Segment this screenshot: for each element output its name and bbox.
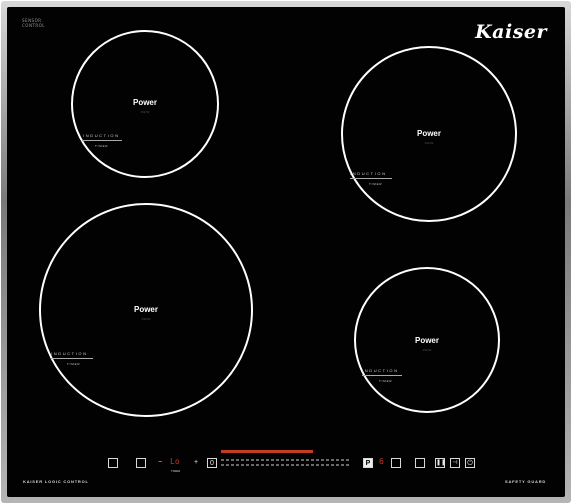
timer-label: TIMER: [379, 379, 393, 383]
zone-divider: [51, 358, 93, 359]
cooking-zone-bottom-left[interactable]: Power kW/W: [39, 203, 253, 417]
logic-control-label: KAISER LOGIC CONTROL: [23, 479, 89, 484]
timer-caption: TIMER: [171, 469, 181, 473]
zone-divider: [82, 140, 122, 141]
brand-logo: Kaiser: [475, 21, 547, 43]
zone-divider: [350, 178, 392, 179]
timer-label: TIMER: [369, 182, 383, 186]
zone-title: Power: [416, 129, 441, 138]
zone-title: Power: [132, 98, 157, 107]
cooking-zone-top-right[interactable]: Power kW/W: [341, 46, 517, 222]
zone-sub: kW/W: [140, 110, 150, 114]
plus-button[interactable]: +: [191, 458, 201, 468]
zone-select-button[interactable]: [108, 458, 118, 468]
zone-title: Power: [414, 336, 439, 345]
level-display: 6: [379, 457, 384, 466]
zone-sub: kW/W: [141, 317, 151, 321]
zone-select-button[interactable]: [136, 458, 146, 468]
zone-title: Power: [133, 305, 158, 314]
cooking-zone-top-left[interactable]: Power kW/W: [71, 30, 219, 178]
zero-button[interactable]: 0: [207, 458, 217, 468]
cooktop-frame: SENSOR CONTROL Kaiser Power kW/W INDUCTI…: [1, 1, 571, 503]
induction-label: INDUCTION: [362, 368, 399, 373]
zone-select-button[interactable]: [391, 458, 401, 468]
program-button[interactable]: P: [363, 458, 373, 468]
lock-icon[interactable]: ⊣: [450, 458, 460, 468]
safety-guard-label: SAFETY GUARD: [505, 479, 547, 484]
zone-select-button[interactable]: [415, 458, 425, 468]
corner-label: SENSOR CONTROL: [22, 18, 46, 28]
induction-label: INDUCTION: [51, 351, 88, 356]
timer-display: Lo: [170, 457, 180, 466]
pause-icon[interactable]: ❚❚: [435, 458, 446, 468]
glass-surface: SENSOR CONTROL Kaiser Power kW/W INDUCTI…: [7, 7, 565, 497]
slider-dots[interactable]: [221, 459, 351, 461]
zone-sub: kW/W: [424, 141, 434, 145]
zone-sub: kW/W: [422, 348, 432, 352]
timer-label: TIMER: [95, 144, 109, 148]
slider-dots[interactable]: [221, 464, 351, 466]
minus-button[interactable]: −: [155, 458, 165, 468]
induction-label: INDUCTION: [83, 133, 120, 138]
zone-divider: [362, 375, 402, 376]
induction-label: INDUCTION: [350, 171, 387, 176]
timer-label: TIMER: [67, 362, 81, 366]
power-level-bar[interactable]: [221, 450, 313, 453]
power-icon[interactable]: ⏻: [465, 458, 475, 468]
cooking-zone-bottom-right[interactable]: Power kW/W: [354, 267, 500, 413]
